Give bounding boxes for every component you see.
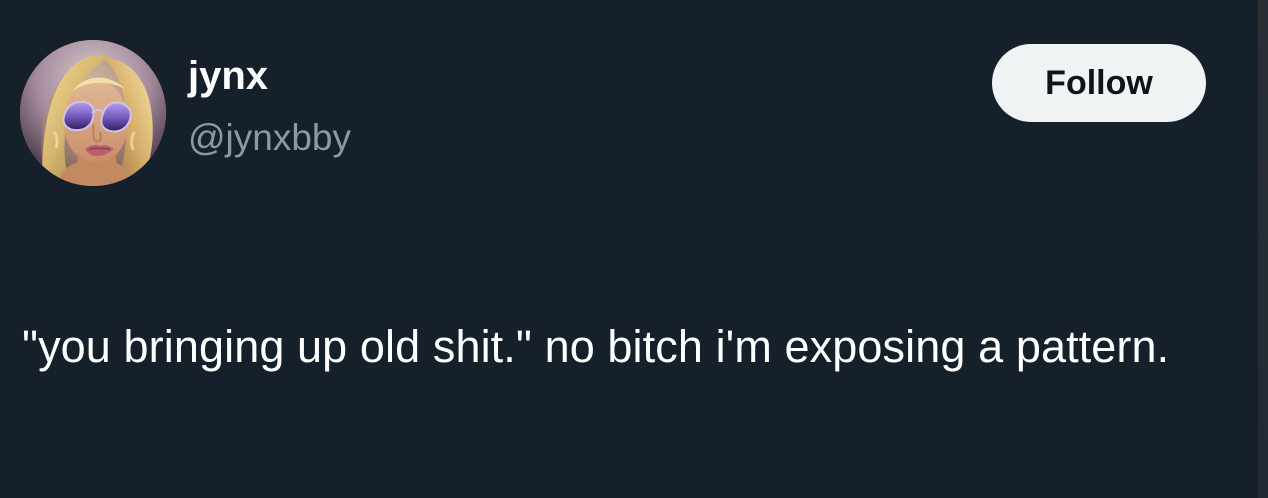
follow-button[interactable]: Follow xyxy=(992,44,1206,122)
tweet-card: jynx @jynxbby Follow "you bringing up ol… xyxy=(0,0,1268,498)
tweet-header: jynx @jynxbby Follow xyxy=(20,40,1206,190)
tweet-text: "you bringing up old shit." no bitch i'm… xyxy=(22,321,1170,372)
profile-photo-icon xyxy=(20,40,166,186)
user-handle[interactable]: @jynxbby xyxy=(188,116,351,160)
display-name[interactable]: jynx xyxy=(188,52,268,100)
avatar[interactable] xyxy=(20,40,166,186)
